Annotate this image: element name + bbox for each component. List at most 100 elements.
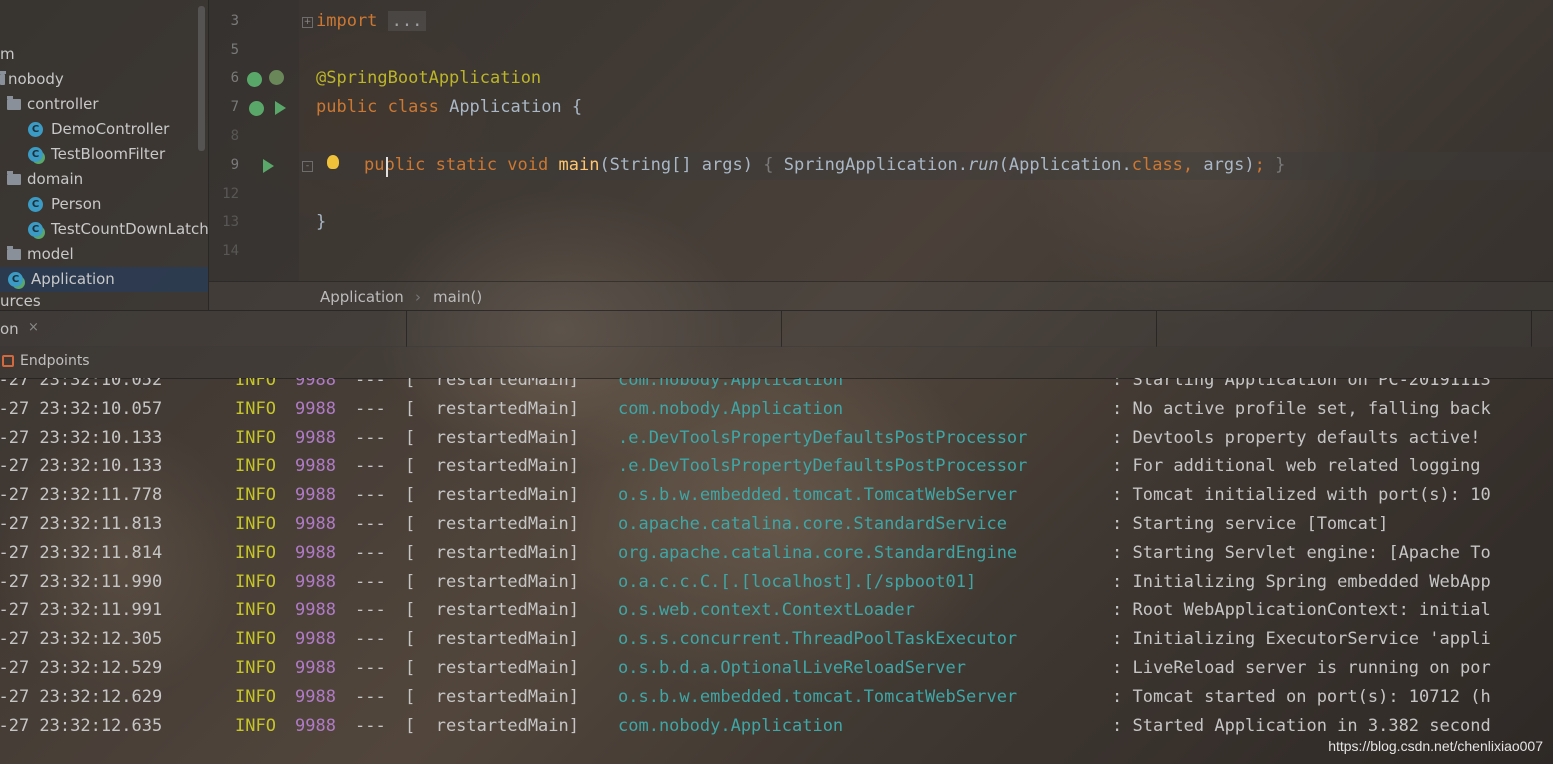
- log-separator: ---: [355, 485, 386, 506]
- run-tool-window-header: on ×: [0, 310, 1553, 347]
- log-row[interactable]: 08-27 23:32:11.990 INFO 9988 --- [ restarted…: [0, 572, 1553, 601]
- tree-item-class-application[interactable]: C Application: [0, 267, 208, 292]
- code-line-3[interactable]: import ...: [316, 11, 427, 31]
- keyword: import: [316, 11, 378, 31]
- log-row[interactable]: 08-27 23:32:11.814 INFO 9988 --- [ restarted…: [0, 543, 1553, 572]
- fold-toggle-icon[interactable]: -: [302, 161, 313, 172]
- log-row[interactable]: 08-27 23:32:10.057 INFO 9988 --- [ restarted…: [0, 399, 1553, 428]
- log-timestamp: 08-27 23:32:12.305: [0, 629, 163, 650]
- log-logger: o.s.b.w.embedded.tomcat.TomcatWebServer: [618, 686, 1018, 707]
- log-pid: 9988: [295, 485, 336, 506]
- log-separator: ---: [355, 658, 386, 678]
- intention-bulb-icon[interactable]: [327, 155, 339, 169]
- log-row[interactable]: 08-27 23:32:12.305 INFO 9988 --- [ restarted…: [0, 629, 1553, 658]
- run-sub-tabbar: Endpoints: [0, 346, 1553, 379]
- call-args: args): [1203, 155, 1255, 175]
- tree-item-folder-domain[interactable]: domain: [7, 167, 83, 192]
- log-separator: ---: [355, 378, 386, 390]
- log-level: INFO: [235, 629, 276, 650]
- log-logger: .e.DevToolsPropertyDefaultsPostProcessor: [618, 427, 1028, 448]
- code-line-13[interactable]: }: [316, 212, 326, 232]
- log-separator: ---: [355, 514, 386, 534]
- log-row[interactable]: 08-27 23:32:11.813 INFO 9988 --- [ restarted…: [0, 514, 1553, 543]
- tree-item-label: controller: [27, 95, 99, 113]
- tree-item-class-person[interactable]: C Person: [28, 192, 101, 217]
- method-name: main: [558, 155, 600, 175]
- package-icon: [0, 71, 6, 85]
- project-tree-scrollbar[interactable]: [198, 6, 205, 151]
- spring-boot-leaf-icon[interactable]: [269, 70, 284, 85]
- log-row[interactable]: 08-27 23:32:12.529 INFO 9988 --- [ restarted…: [0, 658, 1553, 687]
- log-row[interactable]: 08-27 23:32:10.052 INFO 9988 --- [ restarted…: [0, 378, 1553, 399]
- log-separator: ---: [355, 456, 386, 477]
- code-line-6[interactable]: @SpringBootApplication: [316, 68, 541, 88]
- line-number: 6: [230, 70, 239, 86]
- code-editor[interactable]: 3 5 6 7 8 9 12 13 14 + - import ... @Spr…: [209, 0, 1553, 281]
- tree-item-package-nobody[interactable]: nobody: [0, 67, 64, 92]
- spring-bean-icon[interactable]: [247, 72, 262, 87]
- tree-item-label: urces: [0, 292, 41, 310]
- call-args: (Application.: [998, 155, 1132, 175]
- log-thread: [ restartedMain]: [405, 398, 579, 419]
- log-message: : Starting Application on PC-20191113: [1112, 378, 1491, 390]
- log-pid: 9988: [295, 427, 336, 448]
- log-row[interactable]: 08-27 23:32:10.133 INFO 9988 --- [ restarted…: [0, 456, 1553, 485]
- text-caret: [386, 157, 388, 177]
- log-thread: [ restartedMain]: [405, 485, 579, 506]
- keyword: class,: [1131, 155, 1194, 175]
- log-message: : Initializing ExecutorService 'appli: [1112, 629, 1491, 650]
- breadcrumb-method[interactable]: main(): [433, 288, 482, 306]
- log-timestamp: 08-27 23:32:10.133: [0, 456, 163, 477]
- log-row[interactable]: 08-27 23:32:11.991 INFO 9988 --- [ restarted…: [0, 600, 1553, 629]
- log-message: : Starting Servlet engine: [Apache To: [1112, 542, 1491, 563]
- tree-item-folder-controller[interactable]: controller: [7, 92, 99, 117]
- line-number: 13: [222, 214, 239, 230]
- close-icon[interactable]: ×: [28, 320, 39, 335]
- log-level: INFO: [235, 715, 276, 736]
- tree-item-class-democontroller[interactable]: C DemoController: [28, 117, 169, 142]
- tree-item-class-testcountdownlatch[interactable]: C TestCountDownLatch: [28, 217, 209, 242]
- log-separator: ---: [355, 600, 386, 621]
- log-row[interactable]: 08-27 23:32:12.629 INFO 9988 --- [ restarted…: [0, 687, 1553, 716]
- log-logger: o.apache.catalina.core.StandardService: [618, 514, 1007, 534]
- run-tab[interactable]: on: [0, 320, 19, 338]
- line-number: 9: [230, 157, 239, 173]
- tree-item-partial-top[interactable]: m: [0, 42, 15, 67]
- spring-config-icon[interactable]: [249, 101, 264, 116]
- log-message: : Devtools property defaults active!: [1112, 427, 1481, 448]
- line-number: 3: [230, 13, 239, 29]
- folded-imports[interactable]: ...: [387, 11, 427, 31]
- log-pid: 9988: [295, 456, 336, 477]
- log-timestamp: 08-27 23:32:11.991: [0, 600, 163, 621]
- log-row[interactable]: 08-27 23:32:12.635 INFO 9988 --- [ restarted…: [0, 716, 1553, 745]
- column-divider: [406, 311, 407, 347]
- brace: }: [1275, 155, 1286, 175]
- tab-endpoints[interactable]: Endpoints: [2, 353, 90, 369]
- tree-item-class-testbloomfilter[interactable]: C TestBloomFilter: [28, 142, 165, 167]
- log-level: INFO: [235, 514, 276, 534]
- console-output[interactable]: 08-27 23:32:10.052 INFO 9988 --- [ restarted…: [0, 378, 1553, 764]
- project-tree-panel: m nobody controller C DemoController C T…: [0, 0, 209, 310]
- folder-icon: [7, 171, 21, 185]
- run-main-icon[interactable]: [263, 159, 274, 173]
- log-row[interactable]: 08-27 23:32:11.778 INFO 9988 --- [ restarted…: [0, 485, 1553, 514]
- log-thread: [ restartedMain]: [405, 715, 579, 736]
- log-timestamp: 08-27 23:32:10.057: [0, 398, 163, 419]
- code-line-7[interactable]: public class Application {: [316, 97, 582, 117]
- line-number: 5: [230, 42, 239, 58]
- log-logger: o.s.s.concurrent.ThreadPoolTaskExecutor: [618, 629, 1018, 650]
- log-logger: .e.DevToolsPropertyDefaultsPostProcessor: [618, 456, 1028, 477]
- log-message: : Root WebApplicationContext: initial: [1112, 600, 1491, 621]
- tree-item-label: m: [0, 45, 15, 63]
- fold-toggle-icon[interactable]: +: [302, 17, 313, 28]
- folder-icon: [7, 246, 21, 260]
- code-line-9[interactable]: public static void main(String[] args) {…: [364, 155, 1285, 175]
- tree-item-partial-bottom[interactable]: urces: [0, 292, 41, 310]
- log-message: : Initializing Spring embedded WebApp: [1112, 571, 1491, 592]
- log-row[interactable]: 08-27 23:32:10.133 INFO 9988 --- [ restarted…: [0, 428, 1553, 457]
- breadcrumb-class[interactable]: Application: [320, 288, 404, 306]
- tree-item-folder-model[interactable]: model: [7, 242, 74, 267]
- run-class-icon[interactable]: [275, 101, 286, 115]
- log-separator: ---: [355, 398, 386, 419]
- log-separator: ---: [355, 686, 386, 707]
